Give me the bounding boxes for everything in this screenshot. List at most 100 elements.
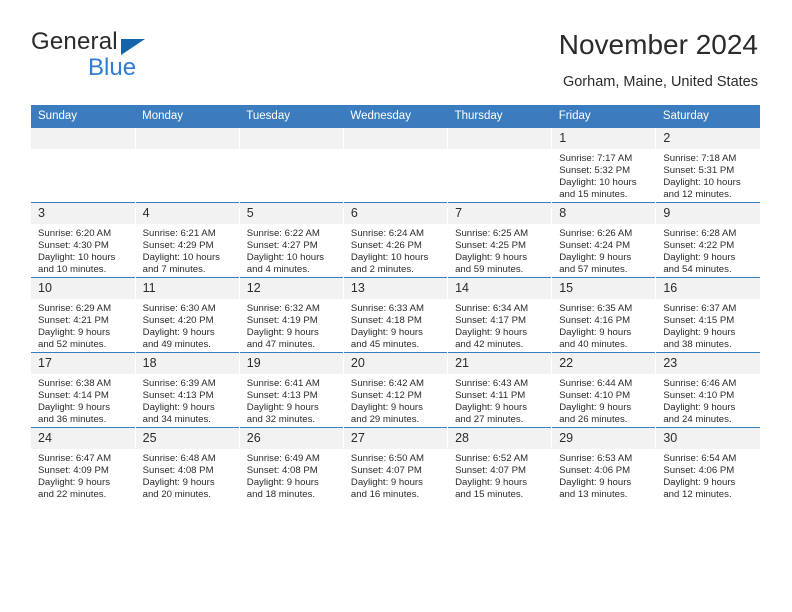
calendar-day-cell[interactable]: 17 Sunrise: 6:38 AM Sunset: 4:14 PM Dayligh…	[31, 352, 136, 428]
calendar-day-cell[interactable]: 23 Sunrise: 6:46 AM Sunset: 4:10 PM Dayligh…	[655, 352, 760, 428]
calendar-grid: Sunday Monday Tuesday Wednesday Thursday…	[31, 105, 760, 502]
day-number: 15	[552, 278, 656, 299]
day-details: Sunrise: 7:17 AM Sunset: 5:32 PM Daylight:…	[552, 149, 655, 201]
day-details: Sunrise: 6:46 AM Sunset: 4:10 PM Daylight:…	[656, 374, 760, 426]
daylight-text-line1: Daylight: 9 hours	[142, 477, 215, 489]
day-details: Sunrise: 6:43 AM Sunset: 4:11 PM Daylight:…	[448, 374, 551, 426]
day-details: Sunrise: 6:30 AM Sunset: 4:20 PM Daylight:…	[136, 299, 239, 351]
calendar-week-row: 1 Sunrise: 7:17 AM Sunset: 5:32 PM Daylight…	[31, 127, 760, 203]
daylight-text-line1: Daylight: 9 hours	[663, 402, 736, 414]
brand-logo[interactable]: General Blue	[31, 28, 261, 88]
calendar-day-cell[interactable]: 26 Sunrise: 6:49 AM Sunset: 4:08 PM Dayligh…	[238, 427, 344, 502]
daylight-text-line1: Daylight: 9 hours	[559, 402, 632, 414]
sunrise-text: Sunrise: 6:43 AM	[455, 378, 529, 389]
calendar-day-cell[interactable]: 21 Sunrise: 6:43 AM Sunset: 4:11 PM Dayligh…	[447, 352, 552, 428]
daylight-text-line1: Daylight: 9 hours	[246, 477, 319, 489]
calendar-day-cell[interactable]: 22 Sunrise: 6:44 AM Sunset: 4:10 PM Dayligh…	[551, 352, 656, 428]
calendar-day-cell-empty	[31, 127, 136, 203]
calendar-day-cell[interactable]: 5 Sunrise: 6:22 AM Sunset: 4:27 PM Daylight…	[238, 202, 344, 278]
sunset-text: Sunset: 4:06 PM	[663, 465, 735, 477]
sunset-text: Sunset: 4:12 PM	[350, 390, 422, 402]
sunset-text: Sunset: 4:06 PM	[559, 465, 631, 477]
day-number: 7	[448, 203, 552, 224]
daylight-text-line1: Daylight: 9 hours	[663, 477, 736, 489]
sunset-text: Sunset: 4:08 PM	[142, 465, 214, 477]
calendar-day-cell[interactable]: 4 Sunrise: 6:21 AM Sunset: 4:29 PM Daylight…	[134, 202, 240, 278]
day-number: 8	[552, 203, 656, 224]
daylight-text-line2: and 4 minutes.	[246, 264, 310, 276]
calendar-day-cell-empty	[134, 127, 240, 203]
daylight-text-line2: and 15 minutes.	[559, 189, 628, 201]
day-number: 26	[239, 428, 343, 449]
calendar-day-cell[interactable]: 2 Sunrise: 7:18 AM Sunset: 5:31 PM Daylight…	[655, 127, 760, 203]
calendar-day-cell[interactable]: 25 Sunrise: 6:48 AM Sunset: 4:08 PM Dayligh…	[134, 427, 240, 502]
calendar-day-cell[interactable]: 27 Sunrise: 6:50 AM Sunset: 4:07 PM Dayligh…	[342, 427, 448, 502]
day-number: 5	[239, 203, 343, 224]
daylight-text-line2: and 36 minutes.	[38, 414, 107, 426]
calendar-day-cell[interactable]: 1 Sunrise: 7:17 AM Sunset: 5:32 PM Daylight…	[551, 127, 656, 203]
daylight-text-line1: Daylight: 9 hours	[559, 252, 632, 264]
sunset-text: Sunset: 4:25 PM	[455, 240, 526, 252]
day-number: 19	[239, 353, 343, 374]
sunrise-text: Sunrise: 6:30 AM	[142, 303, 216, 314]
calendar-day-cell[interactable]: 8 Sunrise: 6:26 AM Sunset: 4:24 PM Daylight…	[551, 202, 656, 278]
sunrise-text: Sunrise: 6:53 AM	[559, 453, 633, 464]
daylight-text-line1: Daylight: 10 hours	[663, 177, 741, 189]
day-number: 1	[552, 128, 656, 149]
day-number: 24	[31, 428, 135, 449]
sunrise-text: Sunrise: 6:22 AM	[246, 228, 320, 239]
day-details: Sunrise: 6:21 AM Sunset: 4:29 PM Daylight:…	[136, 224, 239, 276]
daylight-text-line1: Daylight: 9 hours	[38, 477, 110, 489]
daylight-text-line1: Daylight: 9 hours	[38, 327, 110, 339]
daylight-text-line2: and 10 minutes.	[38, 264, 107, 276]
day-details: Sunrise: 6:28 AM Sunset: 4:22 PM Daylight:…	[656, 224, 760, 276]
daylight-text-line2: and 27 minutes.	[455, 414, 524, 426]
calendar-day-cell[interactable]: 18 Sunrise: 6:39 AM Sunset: 4:13 PM Dayligh…	[134, 352, 240, 428]
day-details: Sunrise: 6:24 AM Sunset: 4:26 PM Daylight:…	[344, 224, 447, 276]
daylight-text-line2: and 34 minutes.	[142, 414, 211, 426]
calendar-day-cell[interactable]: 9 Sunrise: 6:28 AM Sunset: 4:22 PM Daylight…	[655, 202, 760, 278]
calendar-day-cell[interactable]: 30 Sunrise: 6:54 AM Sunset: 4:06 PM Dayligh…	[655, 427, 760, 502]
calendar-day-cell[interactable]: 16 Sunrise: 6:37 AM Sunset: 4:15 PM Dayligh…	[655, 277, 760, 353]
calendar-day-cell[interactable]: 20 Sunrise: 6:42 AM Sunset: 4:12 PM Dayligh…	[342, 352, 448, 428]
calendar-day-cell[interactable]: 15 Sunrise: 6:35 AM Sunset: 4:16 PM Dayligh…	[551, 277, 656, 353]
calendar-day-cell[interactable]: 28 Sunrise: 6:52 AM Sunset: 4:07 PM Dayligh…	[447, 427, 552, 502]
calendar-day-cell[interactable]: 12 Sunrise: 6:32 AM Sunset: 4:19 PM Dayligh…	[238, 277, 344, 353]
sunrise-text: Sunrise: 6:41 AM	[246, 378, 320, 389]
calendar-day-cell[interactable]: 3 Sunrise: 6:20 AM Sunset: 4:30 PM Daylight…	[31, 202, 136, 278]
day-number: 21	[448, 353, 552, 374]
calendar-day-cell[interactable]: 7 Sunrise: 6:25 AM Sunset: 4:25 PM Daylight…	[447, 202, 552, 278]
day-number: 23	[656, 353, 760, 374]
day-number	[31, 128, 135, 149]
weekday-header-saturday: Saturday	[655, 105, 760, 128]
day-details: Sunrise: 6:35 AM Sunset: 4:16 PM Daylight:…	[552, 299, 655, 351]
sunset-text: Sunset: 4:10 PM	[663, 390, 735, 402]
calendar-day-cell[interactable]: 29 Sunrise: 6:53 AM Sunset: 4:06 PM Dayligh…	[551, 427, 656, 502]
calendar-day-cell[interactable]: 10 Sunrise: 6:29 AM Sunset: 4:21 PM Dayligh…	[31, 277, 136, 353]
sunset-text: Sunset: 4:24 PM	[559, 240, 631, 252]
sunrise-text: Sunrise: 6:46 AM	[663, 378, 737, 389]
day-details: Sunrise: 6:41 AM Sunset: 4:13 PM Daylight:…	[240, 374, 343, 426]
daylight-text-line2: and 24 minutes.	[663, 414, 732, 426]
day-number: 4	[135, 203, 239, 224]
daylight-text-line1: Daylight: 9 hours	[663, 252, 736, 264]
daylight-text-line2: and 7 minutes.	[142, 264, 206, 276]
calendar-day-cell[interactable]: 6 Sunrise: 6:24 AM Sunset: 4:26 PM Daylight…	[342, 202, 448, 278]
daylight-text-line2: and 20 minutes.	[142, 489, 211, 501]
daylight-text-line2: and 22 minutes.	[38, 489, 107, 501]
day-number	[239, 128, 343, 149]
sunset-text: Sunset: 4:27 PM	[246, 240, 318, 252]
calendar-day-cell[interactable]: 24 Sunrise: 6:47 AM Sunset: 4:09 PM Dayligh…	[31, 427, 136, 502]
calendar-day-cell[interactable]: 11 Sunrise: 6:30 AM Sunset: 4:20 PM Dayligh…	[134, 277, 240, 353]
day-number: 13	[343, 278, 448, 299]
day-number: 28	[448, 428, 552, 449]
day-number: 27	[343, 428, 448, 449]
day-details: Sunrise: 6:33 AM Sunset: 4:18 PM Daylight:…	[344, 299, 447, 351]
calendar-day-cell[interactable]: 14 Sunrise: 6:34 AM Sunset: 4:17 PM Dayligh…	[447, 277, 552, 353]
sunrise-text: Sunrise: 6:48 AM	[142, 453, 216, 464]
day-details: Sunrise: 6:49 AM Sunset: 4:08 PM Daylight:…	[240, 449, 343, 501]
day-details: Sunrise: 6:52 AM Sunset: 4:07 PM Daylight:…	[448, 449, 551, 501]
calendar-day-cell[interactable]: 13 Sunrise: 6:33 AM Sunset: 4:18 PM Dayligh…	[342, 277, 448, 353]
calendar-day-cell[interactable]: 19 Sunrise: 6:41 AM Sunset: 4:13 PM Dayligh…	[238, 352, 344, 428]
day-number: 30	[656, 428, 760, 449]
